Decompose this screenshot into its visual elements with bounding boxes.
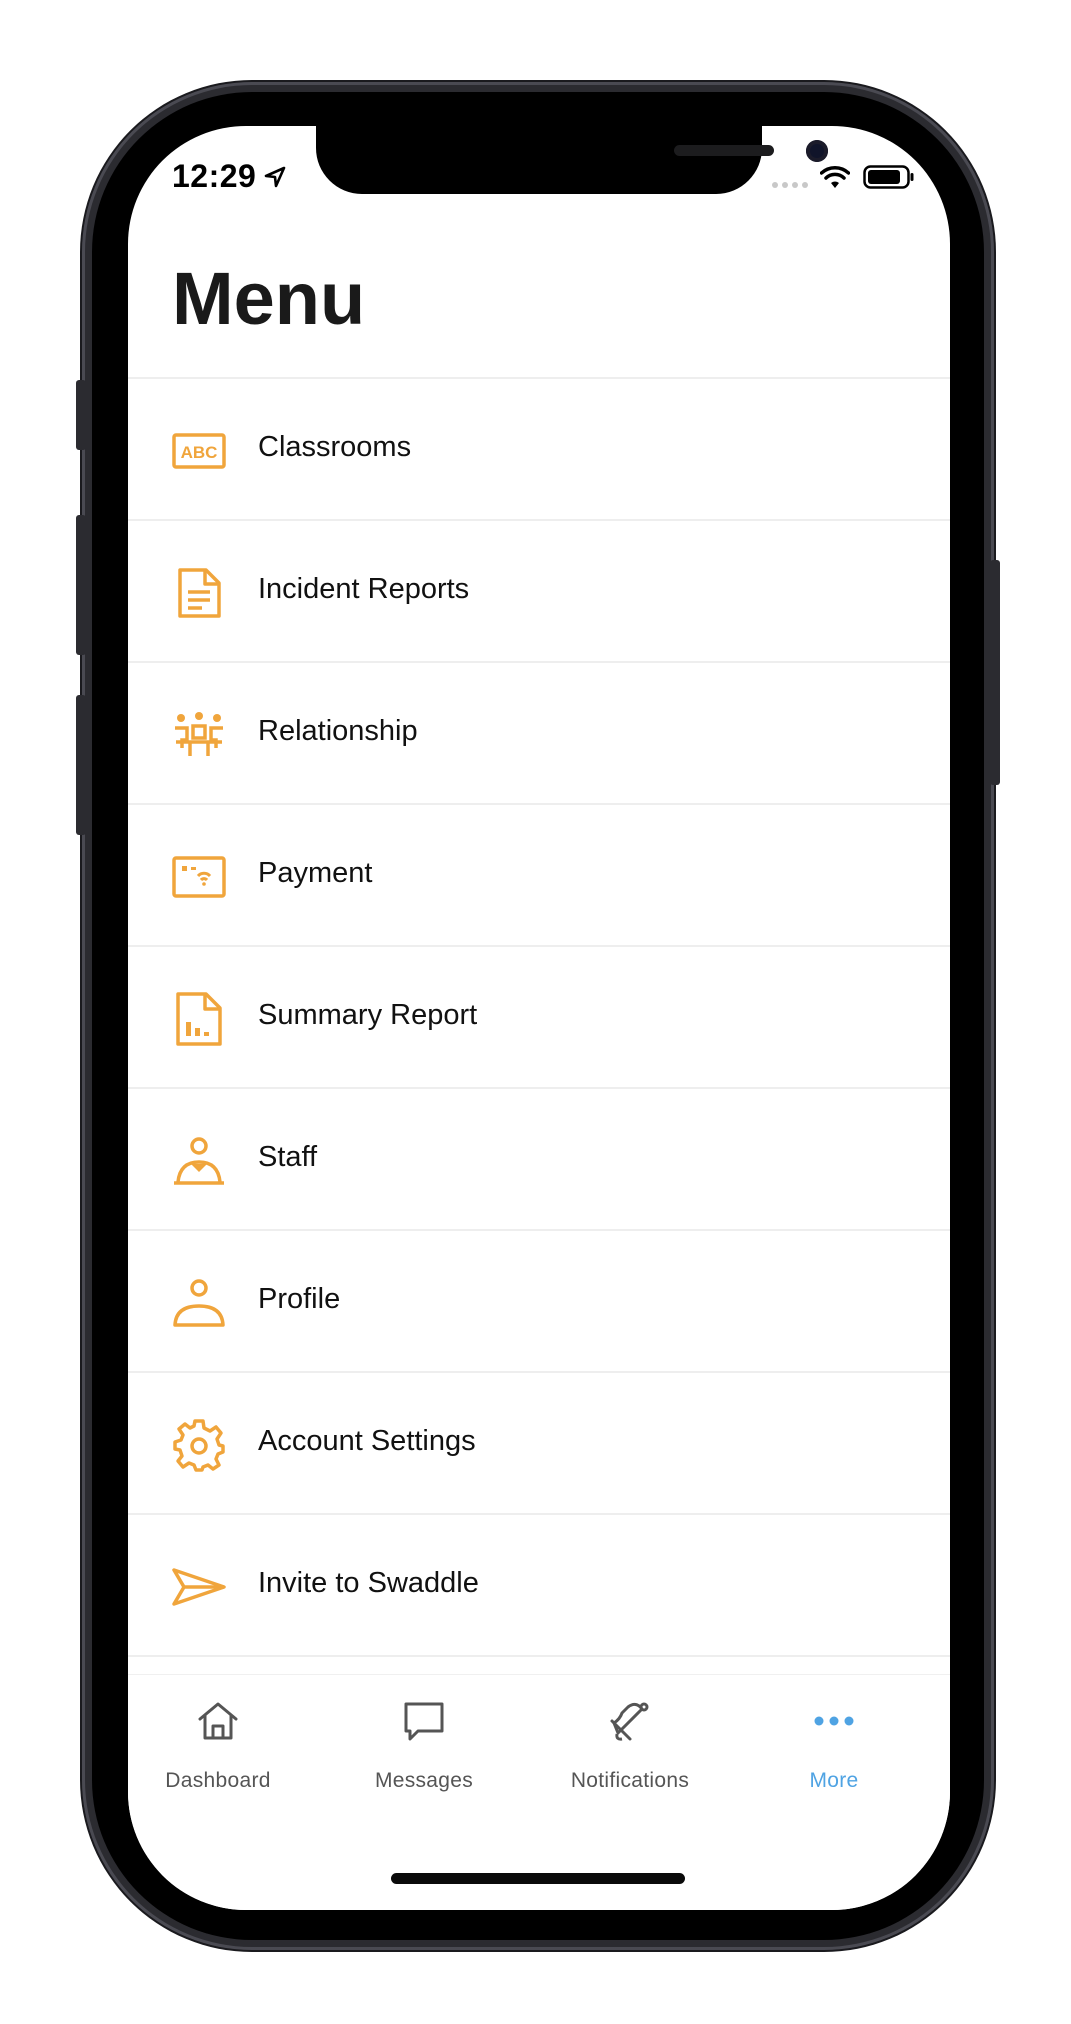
bell-icon xyxy=(610,1702,649,1741)
staff-person-icon xyxy=(174,1137,224,1185)
tab-dashboard[interactable]: Dashboard xyxy=(128,1675,308,1805)
menu-item-label: Classrooms xyxy=(258,431,412,463)
menu-item-classrooms[interactable]: ABC Classrooms xyxy=(128,377,950,519)
menu-item-label: Profile xyxy=(258,1283,341,1315)
menu-list: ABC Classrooms Incident Reports Relation… xyxy=(128,377,950,1674)
volume-down-button xyxy=(76,695,86,835)
home-indicator[interactable] xyxy=(391,1873,685,1884)
tab-notifications[interactable]: Notifications xyxy=(540,1675,720,1805)
menu-item-payment[interactable]: Payment xyxy=(128,803,950,945)
profile-person-icon xyxy=(173,1279,225,1327)
menu-item-label: Relationship xyxy=(258,715,418,747)
tab-more[interactable]: More xyxy=(744,1675,924,1805)
menu-item-invite-to-swaddle[interactable]: Invite to Swaddle xyxy=(128,1513,950,1655)
page-title: Menu xyxy=(172,257,366,340)
location-arrow-icon xyxy=(264,166,286,188)
menu-item-profile[interactable]: Profile xyxy=(128,1229,950,1371)
front-camera xyxy=(806,140,828,162)
menu-item-label: Invite to Swaddle xyxy=(258,1567,479,1599)
home-icon xyxy=(198,1702,238,1740)
menu-item-relationship[interactable]: Relationship xyxy=(128,661,950,803)
menu-item-label: Payment xyxy=(258,857,373,889)
tab-label: Notifications xyxy=(570,1769,690,1792)
payment-card-icon xyxy=(172,856,226,898)
more-dots-icon xyxy=(814,1716,854,1726)
battery-icon xyxy=(863,165,914,189)
send-icon xyxy=(172,1568,226,1606)
tab-label: Messages xyxy=(374,1769,474,1792)
notch xyxy=(316,126,828,194)
document-icon xyxy=(178,568,221,618)
power-button xyxy=(990,560,1000,785)
gear-icon xyxy=(173,1419,225,1472)
screen: 12:29 Menu ABC Classrooms Incident Repor… xyxy=(128,126,950,1910)
menu-item-staff[interactable]: Staff xyxy=(128,1087,950,1229)
volume-up-button xyxy=(76,515,86,655)
people-group-icon xyxy=(175,712,223,756)
classroom-abc-icon: ABC xyxy=(172,433,226,469)
menu-item-partial[interactable] xyxy=(128,1655,950,1674)
menu-item-label: Incident Reports xyxy=(258,573,470,605)
signal-strength-icon xyxy=(772,182,808,188)
menu-item-label: Staff xyxy=(258,1141,318,1173)
menu-item-account-settings[interactable]: Account Settings xyxy=(128,1371,950,1513)
menu-item-summary-report[interactable]: Summary Report xyxy=(128,945,950,1087)
tab-messages[interactable]: Messages xyxy=(334,1675,514,1805)
classroom-icon-text: ABC xyxy=(181,443,218,462)
tab-label: Dashboard xyxy=(165,1769,271,1792)
menu-item-incident-reports[interactable]: Incident Reports xyxy=(128,519,950,661)
menu-item-label: Summary Report xyxy=(258,999,478,1031)
menu-item-label: Account Settings xyxy=(258,1425,476,1457)
tab-label: More xyxy=(809,1769,859,1792)
earpiece-speaker xyxy=(674,145,774,156)
message-icon xyxy=(404,1702,444,1741)
chart-file-icon xyxy=(176,992,222,1046)
status-time: 12:29 xyxy=(172,158,257,194)
silent-switch xyxy=(76,380,86,450)
wifi-icon xyxy=(820,166,850,188)
